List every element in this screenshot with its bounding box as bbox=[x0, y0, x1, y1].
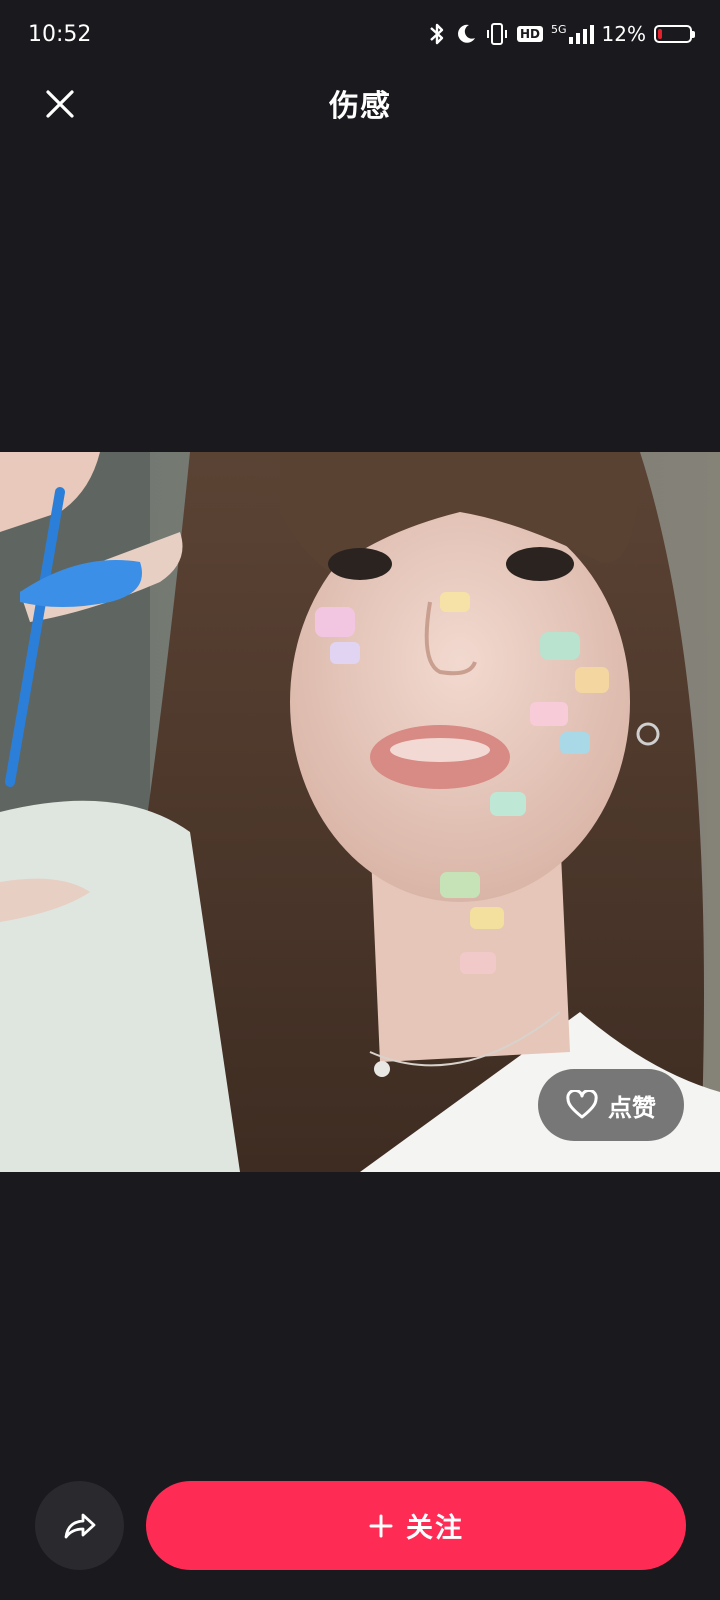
follow-button[interactable]: 关注 bbox=[146, 1481, 686, 1570]
follow-label: 关注 bbox=[406, 1513, 464, 1544]
battery-percent: 12% bbox=[601, 22, 646, 46]
plus-icon bbox=[369, 1514, 393, 1537]
status-icons: HD 5G 12% bbox=[427, 22, 695, 46]
network-label: 5G bbox=[551, 23, 567, 36]
battery-icon bbox=[654, 25, 695, 43]
top-nav: 伤感 bbox=[0, 68, 720, 138]
share-arrow-icon bbox=[64, 1513, 95, 1538]
like-label: 点赞 bbox=[608, 1093, 656, 1122]
close-button[interactable] bbox=[40, 84, 80, 124]
like-button[interactable]: 点赞 bbox=[538, 1069, 684, 1141]
battery-fill bbox=[658, 29, 662, 39]
share-button[interactable] bbox=[35, 1481, 124, 1570]
vibrate-icon bbox=[485, 22, 509, 46]
heart-outline-icon bbox=[566, 1090, 598, 1119]
hd-icon: HD bbox=[517, 26, 544, 42]
signal-icon: 5G bbox=[551, 23, 594, 45]
photo-illustration bbox=[0, 452, 720, 1172]
page-title: 伤感 bbox=[329, 89, 391, 124]
status-bar: 10:52 HD 5G 12% bbox=[0, 0, 720, 68]
photo[interactable] bbox=[0, 452, 720, 1172]
moon-icon bbox=[455, 23, 477, 45]
bluetooth-icon bbox=[427, 22, 447, 46]
close-icon bbox=[46, 90, 74, 118]
status-time: 10:52 bbox=[28, 21, 92, 47]
